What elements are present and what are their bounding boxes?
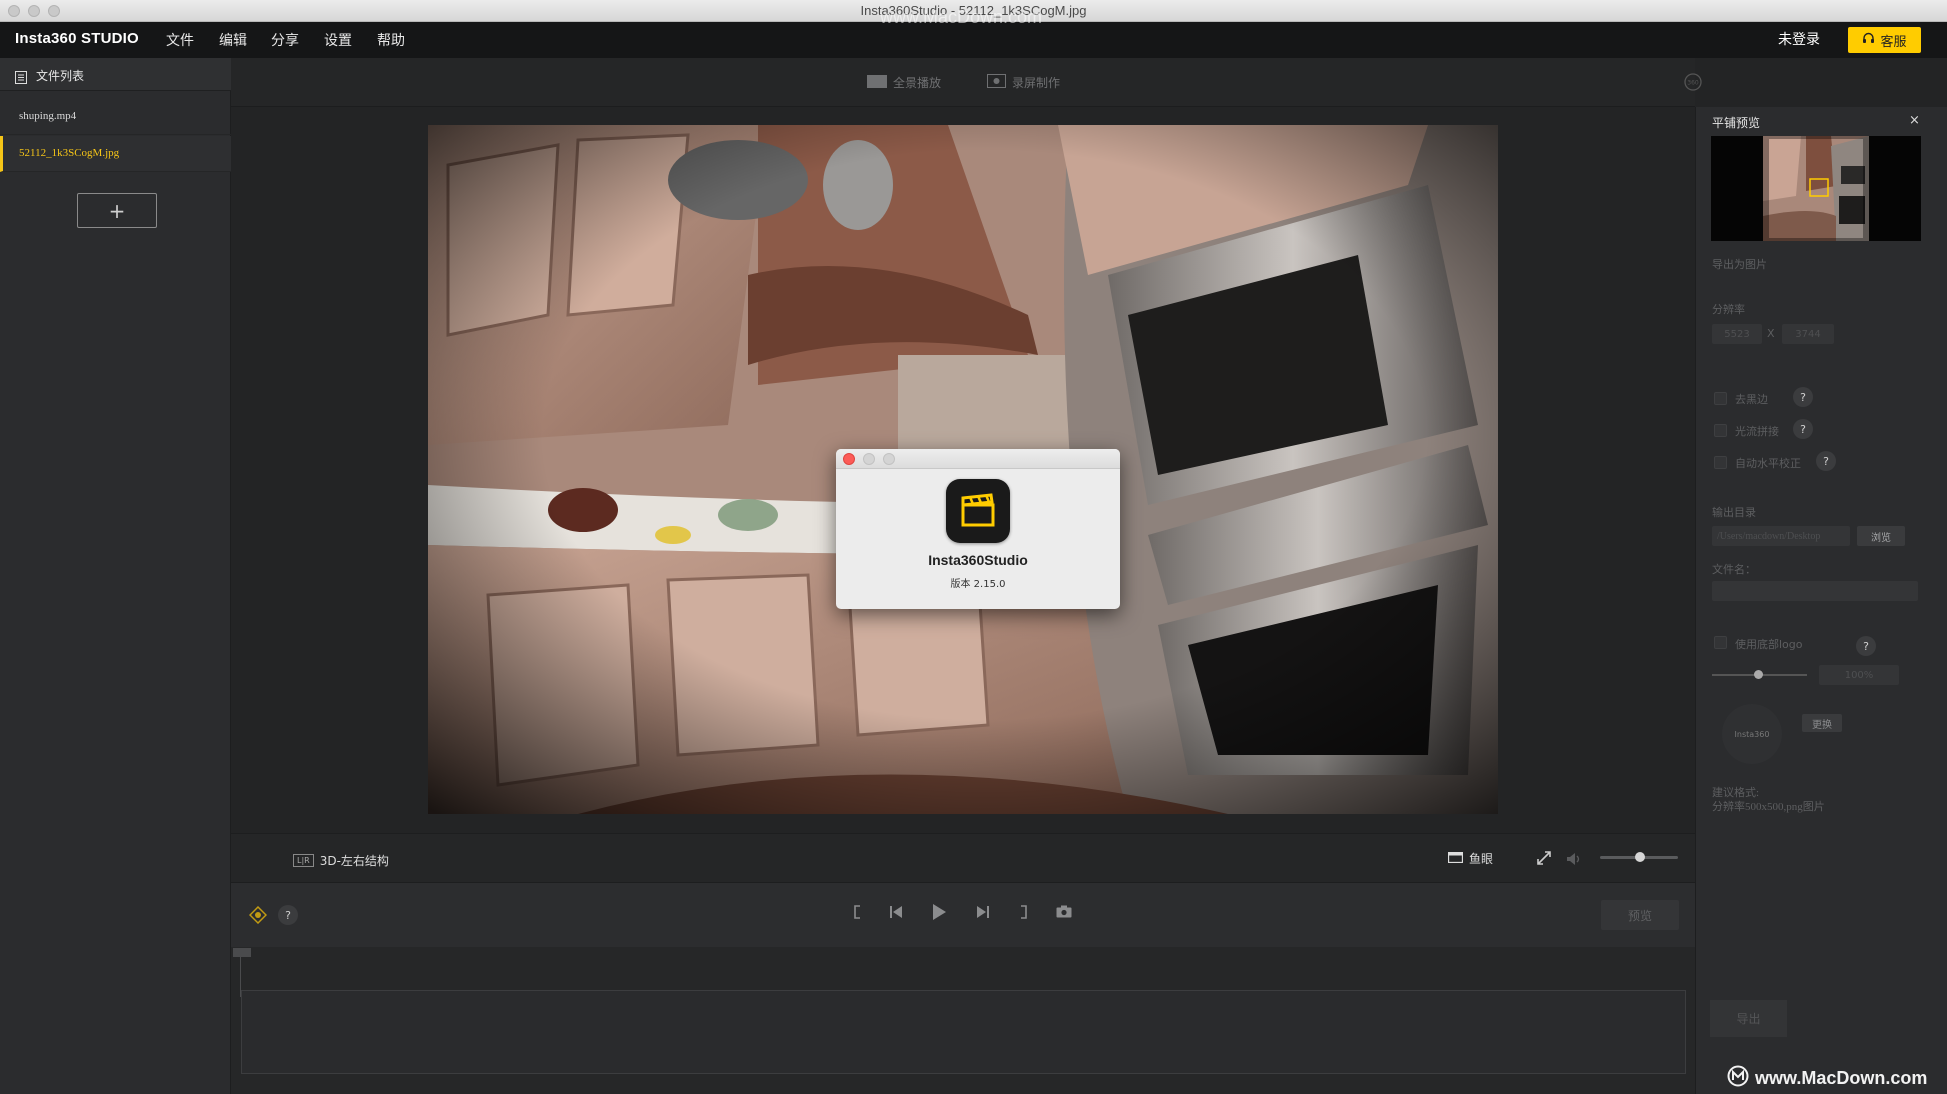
volume-slider-thumb[interactable]	[1635, 852, 1645, 862]
fisheye-label: 鱼眼	[1469, 852, 1494, 866]
about-dialog-titlebar	[836, 449, 1120, 469]
next-frame-icon[interactable]	[976, 905, 990, 923]
lr-icon: L|R	[293, 854, 314, 867]
use-bottom-logo-checkbox[interactable]	[1714, 636, 1727, 649]
browse-button[interactable]: 浏览	[1857, 526, 1905, 546]
output-dir-label: 输出目录	[1712, 506, 1756, 519]
resolution-label: 分辨率	[1712, 303, 1745, 316]
remove-black-edge-help-icon[interactable]: ?	[1793, 387, 1813, 407]
watermark-bottom: www.MacDown.com	[1727, 1065, 1927, 1092]
app-brand: Insta360 STUDIO	[15, 30, 139, 47]
clapperboard-icon	[946, 479, 1010, 543]
panorama-play-label: 全景播放	[893, 76, 942, 90]
keyframe-icon[interactable]	[248, 905, 268, 928]
record-icon	[987, 74, 1006, 91]
logo-size-field[interactable]: 100%	[1819, 665, 1899, 685]
filename-field[interactable]	[1712, 581, 1918, 601]
dialog-minimize-button[interactable]	[863, 453, 875, 465]
play-icon[interactable]	[931, 903, 947, 925]
mode-3d-label: 3D-左右结构	[319, 854, 389, 868]
screen-record-button[interactable]: 录屏制作	[987, 74, 1060, 91]
panel-close-icon[interactable]: ×	[1909, 113, 1920, 128]
playback-controls-bar	[231, 883, 1695, 947]
replace-logo-button[interactable]: 更换	[1802, 714, 1842, 732]
panorama-play-button[interactable]: 全景播放	[867, 74, 941, 91]
about-dialog: Insta360Studio 版本 2.15.0	[836, 449, 1120, 609]
macdown-logo-icon	[1727, 1065, 1749, 1092]
resolution-height-field[interactable]: 3744	[1782, 324, 1834, 344]
preview-button[interactable]: 预览	[1601, 900, 1679, 930]
remove-black-edge-checkbox[interactable]	[1714, 392, 1727, 405]
file-item-52112[interactable]: 52112_1k3SCogM.jpg	[0, 136, 231, 172]
menu-share[interactable]: 分享	[271, 30, 299, 50]
menu-file[interactable]: 文件	[166, 30, 194, 50]
panorama-icon	[867, 74, 887, 91]
about-app-name: Insta360Studio	[928, 552, 1028, 568]
add-file-button[interactable]: +	[77, 193, 157, 228]
previous-frame-icon[interactable]	[889, 905, 903, 923]
svg-text:360: 360	[1687, 80, 1699, 87]
tile-preview-title: 平铺预览	[1712, 116, 1761, 130]
file-item-shuping[interactable]: shuping.mp4	[0, 99, 231, 135]
optical-flow-stitch-help-icon[interactable]: ?	[1793, 419, 1813, 439]
view-360-icon[interactable]: 360	[1684, 73, 1702, 95]
use-bottom-logo-label: 使用底部logo	[1735, 638, 1803, 651]
customer-service-label: 客服	[1880, 34, 1907, 50]
remove-black-edge-label: 去黑边	[1735, 393, 1768, 406]
optical-flow-stitch-label: 光流拼接	[1735, 425, 1779, 438]
export-as-image-label: 导出为图片	[1712, 258, 1767, 271]
watermark-top: www.MacDown.com	[880, 7, 1043, 27]
camera-icon[interactable]	[1056, 905, 1072, 922]
auto-level-label: 自动水平校正	[1735, 457, 1801, 470]
timeline-track[interactable]	[241, 990, 1686, 1074]
dialog-zoom-button[interactable]	[883, 453, 895, 465]
timeline-handle[interactable]	[233, 948, 251, 957]
headset-icon	[1862, 32, 1875, 49]
screen-record-label: 录屏制作	[1012, 76, 1061, 90]
tile-preview-thumbnail[interactable]	[1711, 136, 1921, 241]
output-dir-field[interactable]: /Users/macdown/Desktop	[1712, 526, 1850, 546]
sidebar-header	[0, 58, 231, 91]
mark-in-icon[interactable]	[853, 905, 861, 923]
customer-service-button[interactable]: 客服	[1848, 27, 1921, 53]
fisheye-mode-button[interactable]: 鱼眼	[1447, 850, 1494, 867]
login-link[interactable]: 未登录	[1778, 29, 1820, 49]
mode-3d-lr-button[interactable]: L|R 3D-左右结构	[293, 852, 389, 869]
export-button[interactable]: 导出	[1710, 1000, 1787, 1037]
dialog-close-button[interactable]	[843, 453, 855, 465]
keyframe-help-icon[interactable]: ?	[278, 905, 298, 925]
auto-level-checkbox[interactable]	[1714, 456, 1727, 469]
filename-label: 文件名：	[1712, 563, 1756, 576]
resolution-x-label: X	[1767, 327, 1775, 340]
about-app-version: 版本 2.15.0	[950, 579, 1006, 590]
watermark-bottom-text: www.MacDown.com	[1755, 1068, 1928, 1088]
suggest-format-line2: 分辨率500x500,png图片	[1712, 801, 1825, 813]
auto-level-help-icon[interactable]: ?	[1816, 451, 1836, 471]
mark-out-icon[interactable]	[1020, 905, 1028, 923]
menu-settings[interactable]: 设置	[324, 30, 352, 50]
bottom-logo-preview: Insta360	[1722, 704, 1782, 764]
logo-size-slider-thumb[interactable]	[1754, 670, 1763, 679]
resolution-width-field[interactable]: 5523	[1712, 324, 1762, 344]
optical-flow-stitch-checkbox[interactable]	[1714, 424, 1727, 437]
menu-edit[interactable]: 编辑	[219, 30, 247, 50]
menu-help[interactable]: 帮助	[377, 30, 405, 50]
bottom-logo-help-icon[interactable]: ?	[1856, 636, 1876, 656]
view-toolbar	[231, 58, 1695, 107]
fullscreen-icon[interactable]	[1536, 850, 1552, 870]
file-list-icon	[15, 69, 27, 88]
volume-icon[interactable]	[1566, 851, 1583, 870]
fisheye-icon	[1447, 851, 1464, 866]
file-list-title: 文件列表	[36, 69, 85, 83]
